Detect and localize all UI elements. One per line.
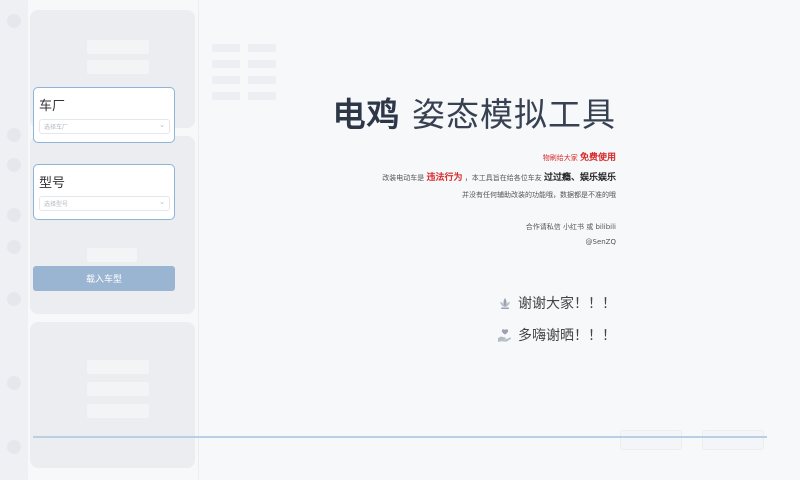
hand-heart-icon <box>497 328 512 343</box>
illegal-strong: 违法行为 <box>426 173 463 183</box>
lotus-icon <box>498 296 512 310</box>
illegal-fun: 过过瘾、娱乐娱乐 <box>543 173 616 183</box>
title-rest: 姿态模拟工具 <box>412 95 616 134</box>
disclaimer-line: 并没有任何辅助改装的功能哦，数据都是不准的哦 <box>462 191 616 199</box>
chevron-down-icon: ⌄ <box>159 198 165 206</box>
model-select[interactable]: 选择型号 ⌄ <box>39 196 170 211</box>
manufacturer-field: 车厂 选择车厂 ⌄ <box>33 87 175 143</box>
manufacturer-select[interactable]: 选择车厂 ⌄ <box>39 119 170 134</box>
free-use-line: 物刷给大家 免费使用 <box>543 150 616 163</box>
model-label: 型号 <box>39 176 66 191</box>
illegal-notice-line: 改装电动车是 违法行为 ，本工具旨在给各位车友 过过瘾、娱乐娱乐 <box>382 170 616 183</box>
chevron-down-icon: ⌄ <box>159 121 165 129</box>
modal-overlay <box>0 0 800 480</box>
thanks-text-1: 谢谢大家！！！ <box>518 296 616 312</box>
title-bold: 电鸡 <box>332 95 401 134</box>
hero-title: 电鸡 姿态模拟工具 <box>333 88 617 136</box>
thanks-text-2: 多嗨谢晒！！！ <box>518 328 616 344</box>
load-model-button[interactable]: 载入车型 <box>33 266 175 291</box>
illegal-prefix: 改装电动车是 <box>382 174 425 182</box>
free-prefix: 物刷给大家 <box>542 154 578 162</box>
manufacturer-placeholder: 选择车厂 <box>44 124 69 131</box>
thanks-line-1: 谢谢大家！！！ <box>498 293 616 313</box>
thanks-line-2: 多嗨谢晒！！！ <box>497 325 616 345</box>
bottom-divider <box>33 436 767 438</box>
page-title: 电鸡 姿态模拟工具 <box>333 88 617 136</box>
illegal-middle: ，本工具旨在给各位车友 <box>464 174 542 182</box>
contact-line: 合作请私信 小红书 或 bilibili <box>525 223 616 231</box>
contact-handle: @SenZQ <box>585 238 617 246</box>
model-field: 型号 选择型号 ⌄ <box>33 164 175 220</box>
free-strong: 免费使用 <box>579 153 616 163</box>
manufacturer-label: 车厂 <box>39 99 66 114</box>
model-placeholder: 选择型号 <box>44 201 69 208</box>
